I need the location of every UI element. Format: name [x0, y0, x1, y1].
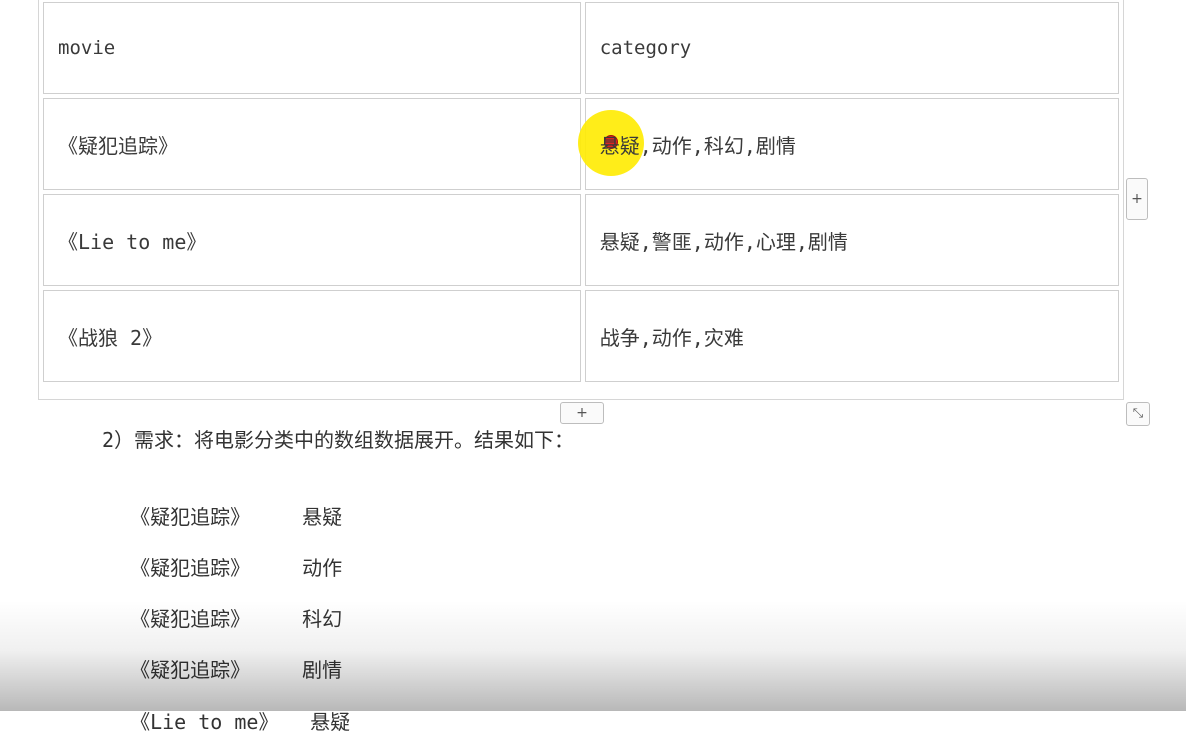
result-row: 《疑犯追踪》 科幻 — [106, 579, 342, 632]
header-movie[interactable]: movie — [43, 2, 581, 94]
cell-category[interactable]: 悬疑,警匪,动作,心理,剧情 — [584, 194, 1119, 286]
cell-category-text: 悬疑,动作,科幻,剧情 — [599, 133, 796, 158]
result-movie: 《Lie to me》 — [130, 710, 279, 734]
cell-category[interactable]: 战争,动作,灾难 — [584, 290, 1119, 382]
requirement-text: 2）需求：将电影分类中的数组数据展开。结果如下： — [102, 428, 575, 452]
result-row: 《疑犯追踪》 动作 — [106, 528, 342, 581]
cell-movie[interactable]: 《Lie to me》 — [43, 194, 581, 286]
movie-table-grid: movie category 《疑犯追踪》 悬疑,动作,科幻,剧情 《Lie t… — [39, 0, 1123, 386]
header-category[interactable]: category — [584, 2, 1119, 94]
result-category: 动作 — [302, 556, 343, 580]
resize-icon[interactable]: ⤡ — [1126, 402, 1150, 426]
result-movie: 《疑犯追踪》 — [130, 505, 251, 529]
table-header-row: movie category — [43, 2, 1119, 94]
result-movie: 《疑犯追踪》 — [130, 658, 251, 682]
cell-movie[interactable]: 《疑犯追踪》 — [43, 98, 581, 190]
result-row: 《疑犯追踪》 剧情 — [106, 630, 342, 683]
result-movie: 《疑犯追踪》 — [130, 607, 251, 631]
add-row-button[interactable]: + — [560, 402, 604, 424]
result-category: 悬疑 — [310, 710, 351, 734]
table-row: 《战狼 2》 战争,动作,灾难 — [43, 290, 1119, 382]
result-row: 《疑犯追踪》 悬疑 — [106, 477, 342, 530]
result-category: 科幻 — [302, 607, 343, 631]
add-column-button[interactable]: + — [1126, 178, 1148, 220]
cell-category[interactable]: 悬疑,动作,科幻,剧情 — [584, 98, 1119, 190]
result-category: 剧情 — [302, 658, 343, 682]
table-row: 《Lie to me》 悬疑,警匪,动作,心理,剧情 — [43, 194, 1119, 286]
result-category: 悬疑 — [302, 505, 343, 529]
result-movie: 《疑犯追踪》 — [130, 556, 251, 580]
cell-movie[interactable]: 《战狼 2》 — [43, 290, 581, 382]
movie-table: movie category 《疑犯追踪》 悬疑,动作,科幻,剧情 《Lie t… — [38, 0, 1124, 400]
result-row: 《Lie to me》 悬疑 — [106, 682, 350, 735]
